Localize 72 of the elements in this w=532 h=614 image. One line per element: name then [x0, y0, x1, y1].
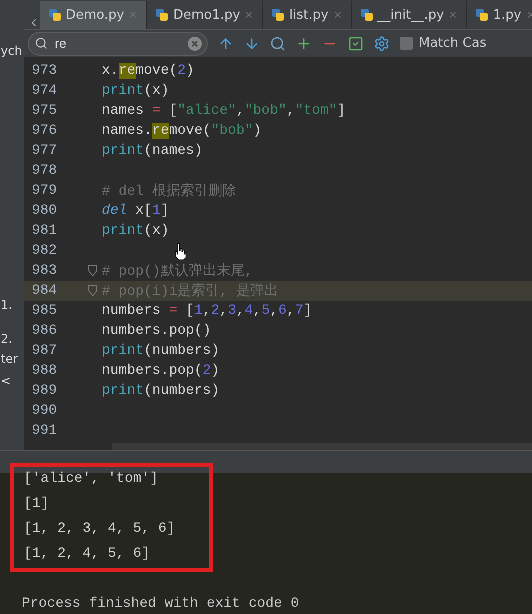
code-line: names = ["alice","bob","tom"]: [102, 103, 346, 120]
editor-tab[interactable]: list.py: [263, 1, 352, 30]
fold-icon[interactable]: [88, 285, 98, 298]
project-tree-item[interactable]: 1.: [0, 298, 24, 312]
project-tree-item[interactable]: ter: [0, 352, 24, 366]
search-icon: [35, 36, 48, 50]
match-case-checkbox[interactable]: Match Cas: [400, 36, 487, 52]
code-line: print(x): [102, 223, 170, 240]
python-file-icon: [360, 8, 374, 22]
line-number: 978: [31, 163, 58, 180]
line-number: 975: [31, 103, 58, 120]
console-output: [1, 2, 3, 4, 5, 6]: [24, 520, 176, 539]
code-line: print(x): [102, 83, 170, 100]
horizontal-scrollbar[interactable]: [112, 443, 532, 450]
line-number: 989: [31, 383, 58, 400]
code-line: print(numbers): [102, 343, 220, 360]
editor-tab[interactable]: 1.py: [467, 1, 532, 30]
editor-tab[interactable]: Demo1.py: [147, 1, 264, 30]
code-line: x.remove(2): [102, 63, 194, 80]
settings-icon[interactable]: [374, 36, 390, 52]
line-number: 976: [31, 123, 58, 140]
code-line: names.remove("bob"): [102, 123, 262, 140]
line-number: 973: [31, 63, 58, 80]
fold-icon[interactable]: [88, 265, 98, 278]
line-number: 982: [31, 243, 58, 260]
python-file-icon: [48, 8, 62, 22]
project-tree-item[interactable]: ych: [0, 44, 24, 58]
code-line: numbers.pop(2): [102, 363, 220, 380]
console-output: [1, 2, 4, 5, 6]: [24, 545, 152, 564]
close-icon[interactable]: [332, 10, 343, 20]
code-line: del x[1]: [102, 203, 170, 220]
line-number: 985: [31, 303, 58, 320]
code-line: print(names): [102, 143, 203, 160]
close-icon[interactable]: [244, 10, 254, 20]
code-line: # pop(i)i是索引, 是弹出: [102, 282, 278, 300]
line-number: 984: [31, 283, 58, 300]
editor-tab[interactable]: Demo.py: [40, 1, 148, 30]
line-number: 977: [31, 143, 58, 160]
line-number: 979: [31, 183, 58, 200]
close-icon[interactable]: [448, 10, 458, 20]
line-number: 986: [31, 323, 58, 340]
close-icon[interactable]: [128, 10, 138, 20]
python-file-icon: [271, 8, 286, 22]
previous-icon[interactable]: [218, 36, 234, 52]
code-line: # del 根据索引删除: [102, 182, 236, 200]
hand-pointer-icon: [174, 243, 187, 261]
console-output: ['alice', 'tom']: [24, 470, 160, 489]
console-output: [1]: [24, 495, 50, 514]
add-selection-icon[interactable]: [296, 36, 312, 52]
line-number: 980: [31, 203, 58, 220]
code-line: # pop()默认弹出末尾,: [102, 262, 254, 280]
project-tree-item[interactable]: <: [0, 374, 24, 388]
line-number: 974: [31, 83, 58, 100]
find-occurrences-icon[interactable]: [270, 36, 286, 52]
python-file-icon: [155, 8, 170, 22]
clear-icon[interactable]: [188, 36, 202, 51]
project-tree-item[interactable]: 2.: [0, 332, 24, 346]
code-line: numbers.pop(): [102, 323, 212, 340]
line-number: 990: [31, 403, 58, 420]
line-number: 981: [31, 223, 58, 240]
line-number: 987: [31, 343, 58, 360]
line-number: 983: [31, 263, 58, 280]
code-line: print(numbers): [102, 383, 220, 400]
python-file-icon: [475, 8, 490, 22]
console-output: Process finished with exit code 0: [22, 596, 300, 612]
next-icon[interactable]: [244, 36, 260, 52]
select-all-icon[interactable]: [348, 36, 364, 52]
code-line: numbers = [1,2,3,4,5,6,7]: [102, 303, 312, 320]
editor-tab[interactable]: __init__.py: [352, 1, 468, 30]
line-number: 991: [31, 423, 58, 440]
search-field[interactable]: re: [28, 32, 208, 56]
line-number: 988: [31, 363, 58, 380]
